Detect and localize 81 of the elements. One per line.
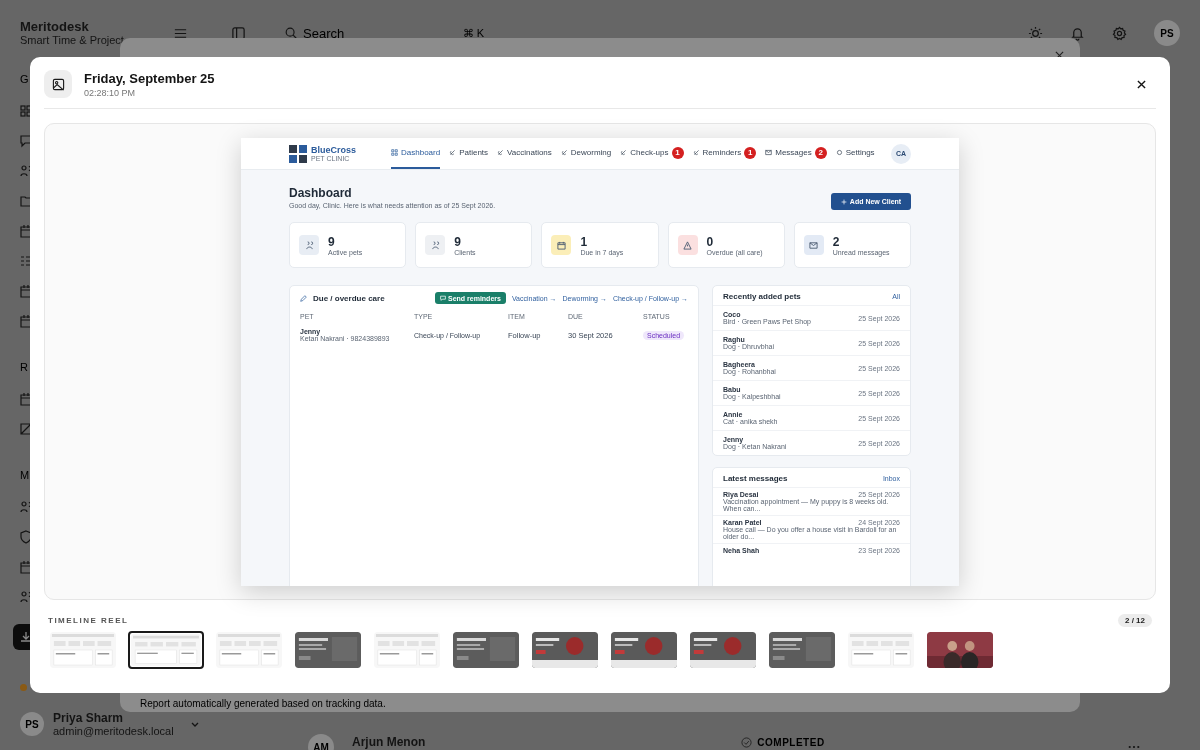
chart-icon[interactable] [20,422,32,436]
settings-icon[interactable] [1112,25,1127,41]
people-icon[interactable] [20,164,32,178]
status-dot [20,684,27,691]
thumbnail-button[interactable] [610,631,678,669]
chat-icon[interactable] [20,134,32,148]
sidebar-section-label: M [20,468,30,482]
sidebar-section-label: R [20,360,28,374]
dialog-title: Friday, September 25 [84,70,215,86]
gear-icon [835,149,843,156]
count-badge: 1 [671,146,684,159]
user-name: Priya Sharm [53,711,125,725]
card-title: Latest messages [723,474,788,483]
reel-label: TIMELINE REEL [48,616,129,625]
grid-icon[interactable] [20,104,32,118]
pencil-icon [300,294,307,302]
page-counter: 2 / 12 [1118,614,1152,627]
thumbnail-button[interactable] [689,631,757,669]
people-icon[interactable] [20,500,32,514]
dialog-time: 02:28:10 PM [84,87,137,98]
nav-tab[interactable]: Settings [835,138,875,169]
nav-tab[interactable]: Check-ups 1 [620,138,684,169]
thumbnail-button[interactable] [294,631,362,669]
member-name: Arjun Menon [352,735,426,749]
more-icon[interactable] [1128,745,1140,749]
shortcut-hint: ⌘ K [462,26,484,40]
search-field[interactable]: Search ⌘ K [284,25,484,41]
thumbnail-button[interactable] [128,631,204,669]
app-name: Meritodesk [20,18,90,34]
picture-frame-icon [51,77,65,91]
download-icon [20,631,32,643]
report-footer-text: Report automatically generated based on tracking data. [140,698,387,709]
thumbnail-button[interactable] [215,631,283,669]
clipboard-icon[interactable] [20,224,32,238]
person-icon[interactable] [20,590,32,604]
count-badge: 2 [814,146,827,159]
shield-icon[interactable] [20,530,32,544]
clinic-name: BlueCross [311,145,356,155]
nav-tab[interactable]: Vaccinations [497,138,552,169]
sidebar-section-label: G [20,72,29,86]
user-avatar[interactable]: PS [1154,20,1180,46]
calendar-icon[interactable] [20,284,32,298]
logo-icon [289,144,307,163]
app-tagline: Smart Time & Project [20,33,125,46]
stat-value: 9 [328,234,336,249]
count-badge: 1 [744,146,757,159]
stat-value: 0 [706,234,715,249]
card-title: Recently added pets [723,292,801,301]
thumbnail-button[interactable] [768,631,836,669]
thumbnail-button[interactable] [373,631,441,669]
thumbnail-button[interactable] [847,631,915,669]
chat-icon [440,295,446,301]
thumbnail-button[interactable] [531,631,599,669]
search-icon [284,26,298,40]
card-title: Due / overdue care [313,293,385,303]
folder-icon[interactable] [20,194,32,208]
list-icon[interactable] [20,254,32,268]
nav-tab[interactable]: Messages 2 [765,138,827,169]
thumbnail-button[interactable] [452,631,520,669]
grid-icon [391,149,398,156]
stat-value: 1 [580,234,589,249]
clipboard-icon[interactable] [20,392,32,406]
member-avatar: AM [308,734,334,750]
nav-tab[interactable]: Deworming [560,138,612,169]
user-email: admin@meritodesk.local [53,725,174,737]
check-circle-icon [741,736,753,748]
page-heading: Dashboard [289,186,353,200]
nav-tab[interactable]: Dashboard [391,138,441,169]
nav-tab[interactable]: Reminders 1 [692,138,757,169]
status-label: COMPLETED [757,736,825,748]
close-icon[interactable] [1137,79,1146,89]
thumbnail-button[interactable] [926,631,994,669]
stat-value: 2 [832,234,841,249]
plus-icon [840,198,847,205]
mail-icon [765,149,773,156]
stat-value: 9 [454,234,462,249]
calendar-icon[interactable] [20,314,32,328]
user-avatar[interactable]: PS [20,712,44,736]
nav-tab[interactable]: Patients [449,138,489,169]
thumbnail-button[interactable] [49,631,117,669]
sidebar-toggle-icon[interactable] [231,25,246,41]
